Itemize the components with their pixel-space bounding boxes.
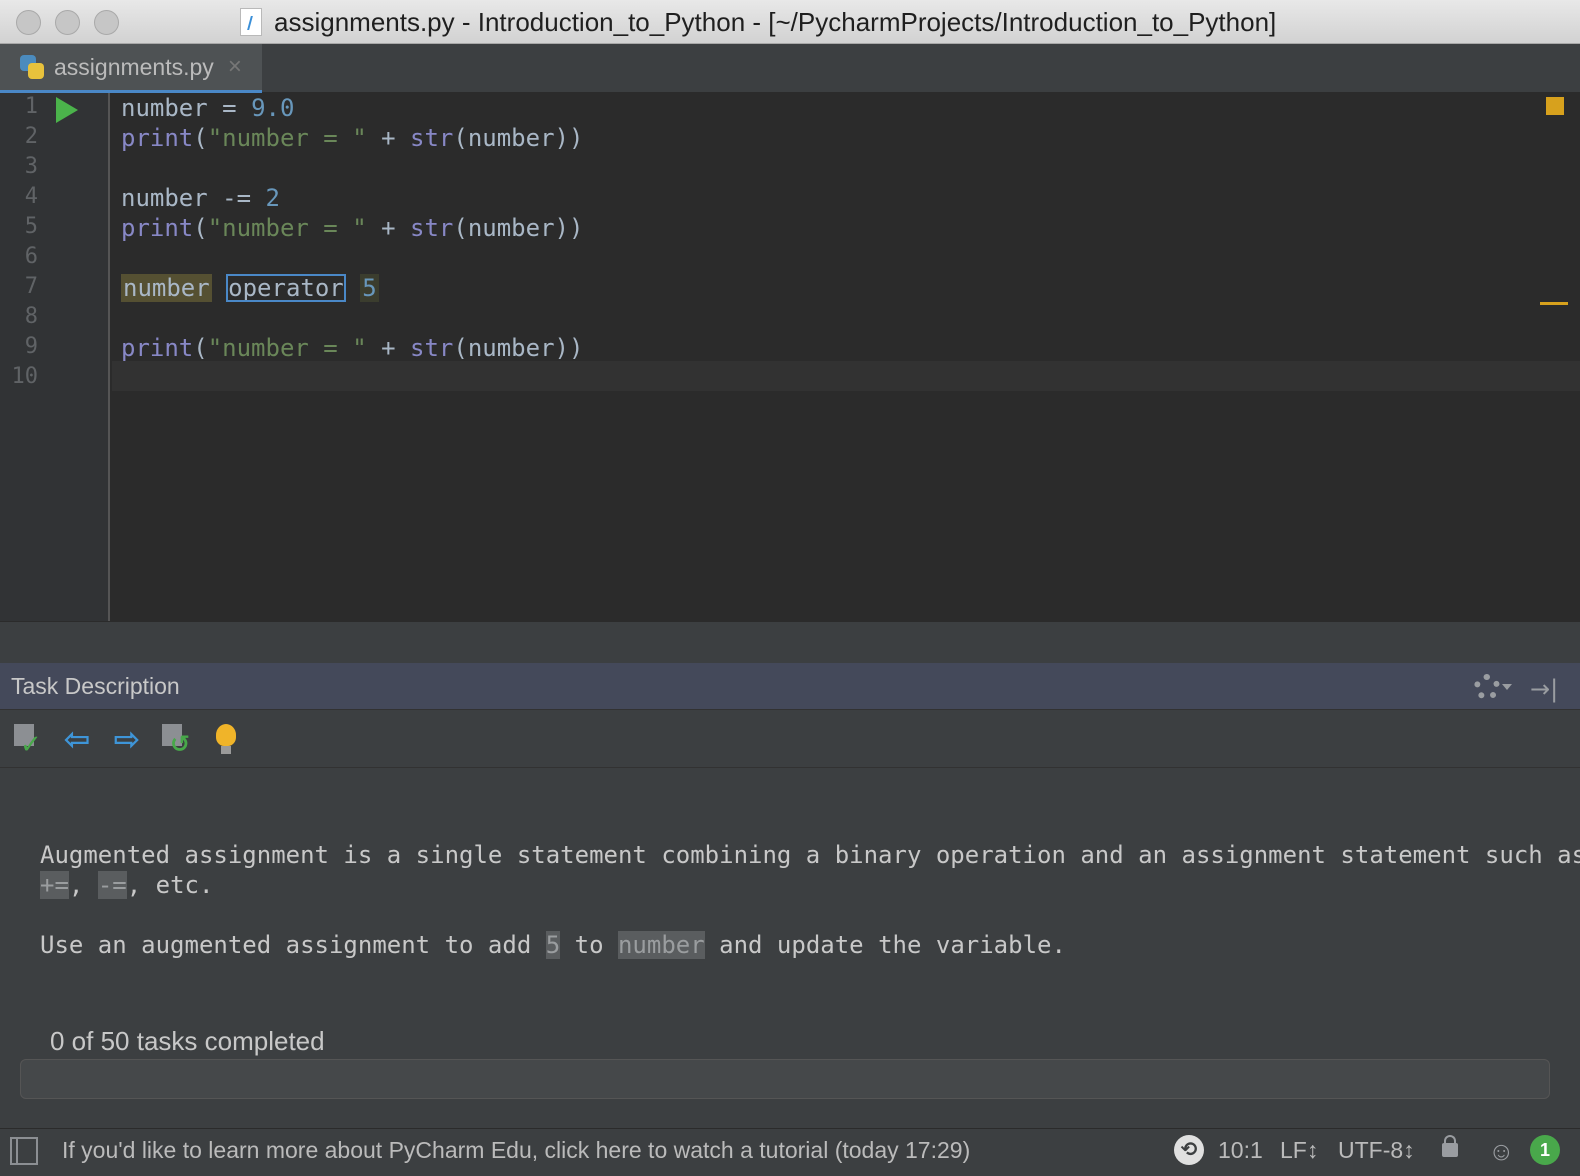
- run-icon[interactable]: [56, 97, 78, 123]
- window-titlebar: assignments.py - Introduction_to_Python …: [0, 0, 1580, 44]
- minimize-window-button[interactable]: [55, 10, 80, 35]
- tab-close-icon[interactable]: ×: [228, 53, 242, 81]
- panel-splitter[interactable]: [0, 621, 1580, 663]
- check-icon: ✓: [20, 730, 42, 760]
- tab-label: assignments.py: [54, 53, 214, 80]
- python-file-icon: [18, 53, 46, 81]
- line-number: 3: [24, 154, 38, 179]
- progress-label: 0 of 50 tasks completed: [50, 1026, 325, 1056]
- code-chip: number: [617, 931, 705, 959]
- editor-tab-bar: assignments.py ×: [0, 44, 1580, 93]
- lock-icon[interactable]: [1442, 1135, 1458, 1157]
- panel-title: Task Description: [11, 673, 180, 699]
- code-line-7[interactable]: number operator 5: [121, 273, 379, 303]
- task-description-content: Augmented assignment is a single stateme…: [0, 768, 1580, 1128]
- chevron-down-icon[interactable]: [1502, 684, 1512, 690]
- code-chip: 5: [545, 931, 561, 959]
- line-number: 6: [24, 244, 38, 269]
- code-line-4[interactable]: number -= 2: [121, 183, 280, 213]
- answer-placeholder-value[interactable]: 5: [360, 274, 379, 302]
- tool-windows-toggle-icon[interactable]: [10, 1137, 38, 1165]
- tab-assignments-py[interactable]: assignments.py ×: [0, 44, 262, 93]
- code-chip: +=: [40, 871, 69, 899]
- inspector-icon[interactable]: ☺: [1488, 1136, 1515, 1167]
- undo-icon: ↺: [170, 730, 191, 758]
- code-editor[interactable]: 1 2 3 4 5 6 7 8 9 10 number = 9.0 print(…: [0, 93, 1580, 621]
- status-message[interactable]: If you'd like to learn more about PyChar…: [62, 1137, 970, 1164]
- task-text-line-2: +=, -=, etc.: [40, 871, 214, 899]
- warning-stripe-marker[interactable]: [1540, 302, 1568, 305]
- line-number: 2: [24, 124, 38, 149]
- window-title: assignments.py - Introduction_to_Python …: [274, 6, 1277, 37]
- zoom-window-button[interactable]: [94, 10, 119, 35]
- code-chip: -=: [97, 871, 127, 899]
- previous-task-button[interactable]: ⇦: [60, 720, 94, 758]
- line-number: 8: [24, 304, 38, 329]
- code-line-1[interactable]: number = 9.0: [121, 93, 294, 123]
- arrow-left-icon: ⇦: [63, 720, 91, 758]
- status-bar: If you'd like to learn more about PyChar…: [0, 1128, 1580, 1176]
- lightbulb-base: [221, 746, 231, 754]
- gear-icon[interactable]: [1474, 674, 1500, 700]
- line-number: 9: [24, 334, 38, 359]
- hint-button[interactable]: [208, 722, 242, 756]
- answer-placeholder-number[interactable]: number: [121, 274, 212, 302]
- sync-icon[interactable]: ⟲: [1174, 1135, 1204, 1165]
- line-number: 10: [11, 364, 39, 389]
- code-line-5[interactable]: print("number = " + str(number)): [121, 213, 583, 243]
- caret-position[interactable]: 10:1: [1218, 1137, 1263, 1164]
- current-line-highlight: [112, 361, 1580, 391]
- task-text-line-3: Use an augmented assignment to add 5 to …: [40, 931, 1066, 959]
- answer-placeholder-operator[interactable]: operator: [226, 274, 346, 302]
- line-separator[interactable]: LF↕: [1280, 1137, 1318, 1164]
- task-text-line-1: Augmented assignment is a single stateme…: [40, 841, 1580, 869]
- line-number: 7: [24, 274, 38, 299]
- close-window-button[interactable]: [16, 10, 41, 35]
- line-number: 1: [24, 94, 38, 119]
- code-line-9[interactable]: print("number = " + str(number)): [121, 333, 583, 363]
- file-encoding[interactable]: UTF-8↕: [1338, 1137, 1415, 1164]
- file-icon: [240, 8, 262, 36]
- line-number: 5: [24, 214, 38, 239]
- lightbulb-icon: [216, 724, 236, 746]
- arrow-right-icon: ⇨: [113, 720, 141, 758]
- code-line-2[interactable]: print("number = " + str(number)): [121, 123, 583, 153]
- task-panel-header: Task Description →|: [0, 663, 1580, 710]
- progress-bar: [20, 1059, 1550, 1099]
- line-number: 4: [24, 184, 38, 209]
- inspection-warning-icon[interactable]: [1546, 97, 1564, 115]
- task-toolbar: ✓ ⇦ ⇨ ↺: [0, 710, 1580, 768]
- event-log-badge[interactable]: 1: [1530, 1135, 1560, 1165]
- hide-panel-icon[interactable]: →|: [1530, 675, 1558, 703]
- next-task-button[interactable]: ⇨: [110, 720, 144, 758]
- check-task-button[interactable]: ✓: [12, 722, 46, 760]
- editor-gutter: 1 2 3 4 5 6 7 8 9 10: [0, 93, 110, 621]
- reset-task-button[interactable]: ↺: [160, 722, 194, 758]
